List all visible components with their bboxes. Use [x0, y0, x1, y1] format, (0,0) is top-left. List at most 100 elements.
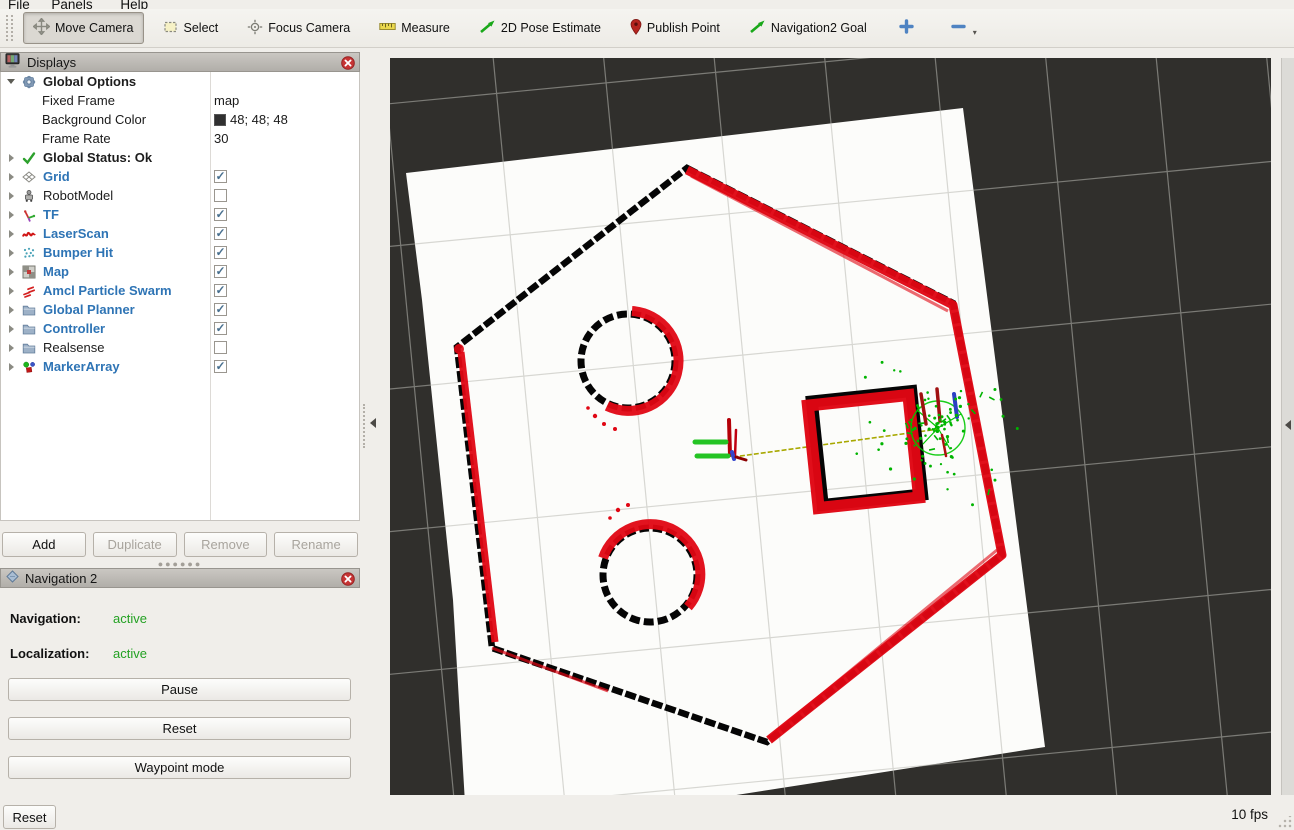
expander-icon[interactable]: [4, 154, 18, 162]
display-row-amcl-particle-swarm[interactable]: Amcl Particle Swarm ✓: [1, 281, 359, 300]
expander-icon[interactable]: [4, 192, 18, 200]
bumper-icon: [21, 246, 37, 260]
remove-display-button[interactable]: Remove: [184, 532, 268, 557]
rviz-window: File Panels Help Move Camera Select Focu…: [0, 0, 1294, 830]
display-checkbox[interactable]: ✓: [214, 360, 227, 373]
navigation2-panel: Navigation 2 Navigation:active Localizati…: [0, 568, 360, 795]
display-row-global-planner[interactable]: Global Planner ✓: [1, 300, 359, 319]
display-row-robotmodel[interactable]: RobotModel: [1, 186, 359, 205]
expander-icon[interactable]: [4, 211, 18, 219]
green-arrow-icon: [479, 19, 496, 37]
displays-panel-header[interactable]: Displays: [0, 52, 360, 72]
property-row-background-color[interactable]: Background Color 48; 48; 48: [1, 110, 359, 129]
tool-move-camera[interactable]: Move Camera: [23, 12, 144, 44]
expander-icon[interactable]: [4, 268, 18, 276]
navigation-status: Navigation:active: [10, 611, 147, 626]
property-value[interactable]: 30: [214, 131, 228, 146]
reset-button[interactable]: Reset: [8, 717, 351, 740]
display-checkbox[interactable]: [214, 341, 227, 354]
robot-icon: [21, 189, 37, 203]
displays-close-button[interactable]: [341, 56, 355, 70]
splitter-grip[interactable]: [363, 404, 366, 448]
display-row-markerarray[interactable]: MarkerArray ✓: [1, 357, 359, 376]
navigation2-panel-title: Navigation 2: [25, 571, 97, 586]
status-label: Localization:: [10, 646, 113, 661]
display-row-map[interactable]: Map ✓: [1, 262, 359, 281]
expander-icon[interactable]: [4, 79, 18, 84]
display-row-controller[interactable]: Controller ✓: [1, 319, 359, 338]
display-actions: Add Duplicate RemoveRename: [0, 532, 360, 557]
display-row-laserscan[interactable]: LaserScan ✓: [1, 224, 359, 243]
expander-icon[interactable]: [4, 363, 18, 371]
window-resize-grip[interactable]: [1278, 816, 1292, 828]
displays-panel: Displays Global Options Fixed Frame map …: [0, 52, 360, 521]
waypoint-mode-button[interactable]: Waypoint mode: [8, 756, 351, 779]
display-checkbox[interactable]: ✓: [214, 284, 227, 297]
menubar: File Panels Help: [0, 0, 1294, 9]
property-row-frame-rate[interactable]: Frame Rate 30: [1, 129, 359, 148]
property-value[interactable]: 48; 48; 48: [230, 112, 288, 127]
move-icon: [33, 18, 50, 38]
display-row-tf[interactable]: TF ✓: [1, 205, 359, 224]
3d-viewport[interactable]: [390, 58, 1271, 795]
focus-icon: [247, 19, 263, 38]
display-checkbox[interactable]: ✓: [214, 170, 227, 183]
marker-array-icon: [21, 360, 37, 374]
expander-icon[interactable]: [4, 249, 18, 257]
display-checkbox[interactable]: ✓: [214, 246, 227, 259]
expander-icon[interactable]: [4, 325, 18, 333]
displays-panel-title: Displays: [27, 55, 76, 70]
display-checkbox[interactable]: [214, 189, 227, 202]
display-row-grid[interactable]: Grid ✓: [1, 167, 359, 186]
tool-select[interactable]: Select: [153, 13, 229, 44]
tool-publish-point[interactable]: Publish Point: [620, 13, 730, 44]
property-value[interactable]: map: [214, 93, 239, 108]
display-row-bumper-hit[interactable]: Bumper Hit ✓: [1, 243, 359, 262]
status-value: active: [113, 611, 147, 626]
color-swatch[interactable]: [214, 114, 226, 126]
menu-panels[interactable]: Panels: [51, 0, 92, 9]
display-checkbox[interactable]: ✓: [214, 303, 227, 316]
select-icon: [163, 19, 179, 38]
expander-icon[interactable]: [4, 173, 18, 181]
expander-icon[interactable]: [4, 230, 18, 238]
folder-icon: [21, 303, 37, 317]
expander-icon[interactable]: [4, 344, 18, 352]
menu-help[interactable]: Help: [120, 0, 148, 9]
tool-measure[interactable]: Measure: [369, 14, 460, 42]
remove-tool-button[interactable]: ▾: [944, 13, 984, 43]
property-row-fixed-frame[interactable]: Fixed Frame map: [1, 91, 359, 110]
left-splitter[interactable]: [360, 52, 390, 795]
rename-display-button[interactable]: Rename: [274, 532, 358, 557]
toolbar-drag-handle[interactable]: [6, 15, 13, 41]
expander-icon[interactable]: [4, 287, 18, 295]
pause-button[interactable]: Pause: [8, 678, 351, 701]
folder-icon: [21, 322, 37, 336]
duplicate-display-button[interactable]: Duplicate: [93, 532, 177, 557]
tool-navigation2-goal[interactable]: Navigation2 Goal: [739, 13, 877, 43]
reset-button[interactable]: Reset: [3, 805, 56, 829]
displays-icon: [5, 53, 22, 72]
display-row-global-status-ok[interactable]: Global Status: Ok: [1, 148, 359, 167]
plus-icon: [899, 19, 914, 37]
tool-2d-pose-estimate[interactable]: 2D Pose Estimate: [469, 13, 611, 43]
right-splitter[interactable]: [1281, 58, 1294, 795]
display-checkbox[interactable]: ✓: [214, 208, 227, 221]
tool-focus-camera[interactable]: Focus Camera: [237, 13, 360, 44]
display-checkbox[interactable]: ✓: [214, 265, 227, 278]
display-row-global-options[interactable]: Global Options: [1, 72, 359, 91]
display-checkbox[interactable]: ✓: [214, 227, 227, 240]
add-display-button[interactable]: Add: [2, 532, 86, 557]
laserscan-icon: [21, 227, 37, 241]
green-arrow-icon: [749, 19, 766, 37]
collapse-left-panel-icon[interactable]: [370, 418, 376, 428]
navigation2-panel-header[interactable]: Navigation 2: [0, 568, 360, 588]
display-checkbox[interactable]: ✓: [214, 322, 227, 335]
menu-file[interactable]: File: [8, 0, 30, 9]
display-row-realsense[interactable]: Realsense: [1, 338, 359, 357]
navigation2-close-button[interactable]: [341, 572, 355, 586]
statusbar: Reset 10 fps: [0, 795, 1294, 830]
add-tool-button[interactable]: [892, 13, 921, 43]
expander-icon[interactable]: [4, 306, 18, 314]
collapse-right-panel-icon[interactable]: [1285, 420, 1291, 430]
